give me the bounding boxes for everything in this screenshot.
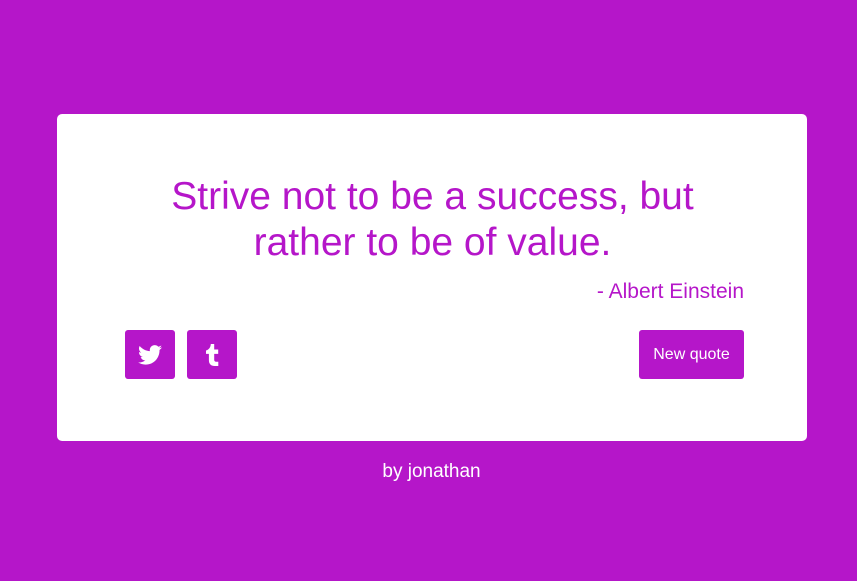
- new-quote-button[interactable]: New quote: [639, 330, 744, 379]
- quote-text: Strive not to be a success, but rather t…: [171, 175, 694, 264]
- quote-card: Strive not to be a success, but rather t…: [57, 114, 807, 441]
- author-byline: by jonathan: [382, 461, 481, 482]
- quote-author: - Albert Einstein: [596, 280, 744, 303]
- twitter-icon: [138, 344, 162, 365]
- tweet-button[interactable]: [125, 330, 175, 379]
- tumblr-icon: [205, 343, 219, 366]
- tumblr-button[interactable]: [187, 330, 237, 379]
